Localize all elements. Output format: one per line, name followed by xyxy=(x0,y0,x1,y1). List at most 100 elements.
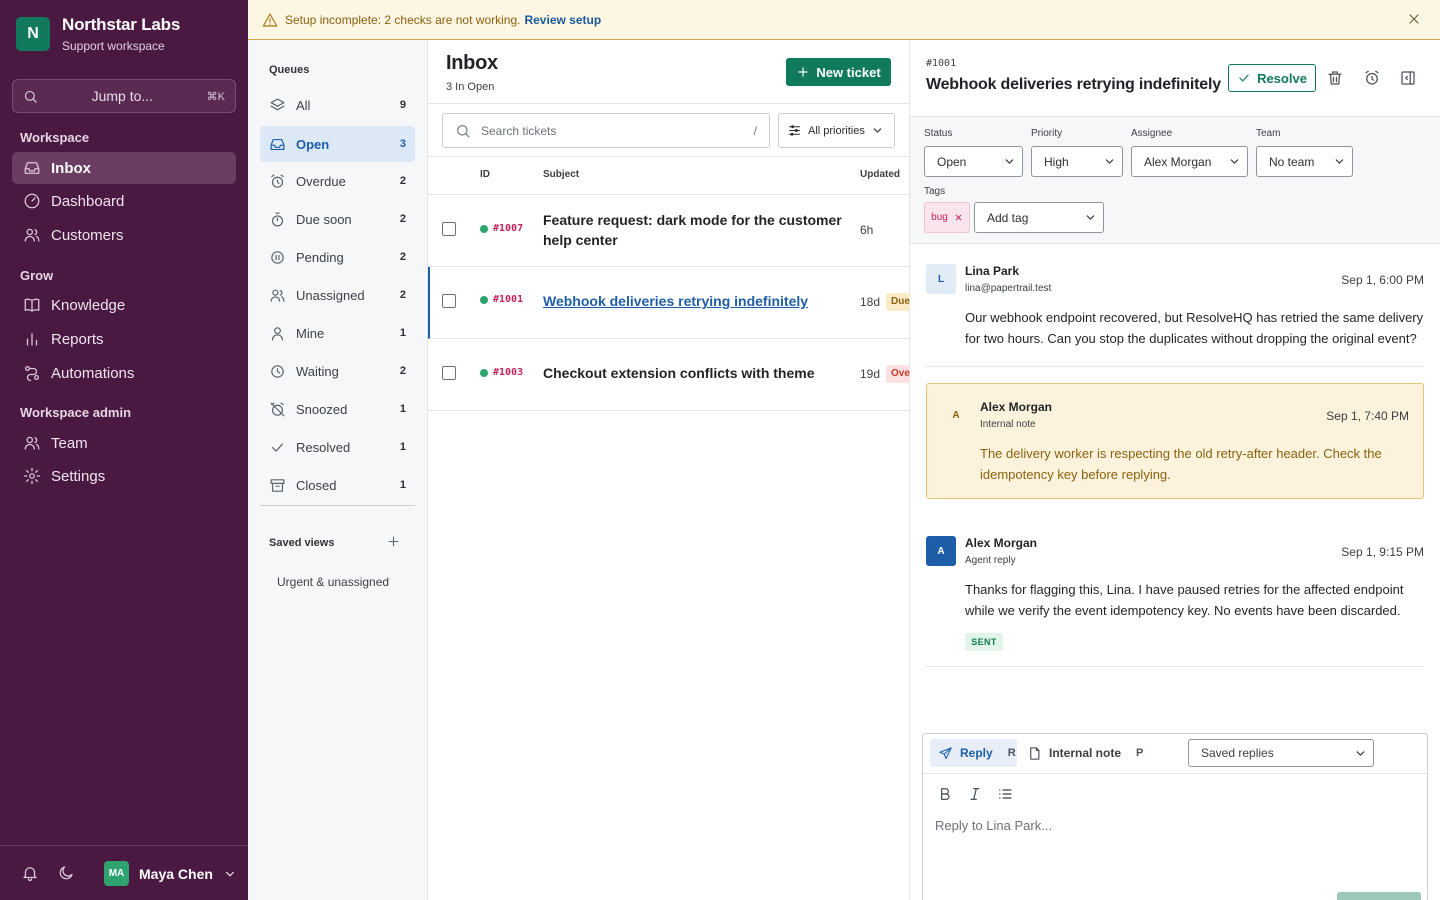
queue-overdue[interactable]: Overdue 2 xyxy=(260,163,415,199)
queue-label: Overdue xyxy=(296,173,346,189)
sidebar-item-team[interactable]: Team xyxy=(12,427,236,459)
priority-value: High xyxy=(1044,154,1069,169)
status-select[interactable]: Open xyxy=(924,146,1023,177)
queue-mine[interactable]: Mine 1 xyxy=(260,315,415,351)
bold-icon[interactable] xyxy=(937,786,953,802)
ticket-subject[interactable]: Webhook deliveries retrying indefinitely xyxy=(543,291,843,311)
chevron-down-icon xyxy=(871,124,884,137)
ticket-list-panel: Inbox 3 In Open New ticket Search ticket… xyxy=(428,40,916,900)
queue-resolved[interactable]: Resolved 1 xyxy=(260,429,415,465)
row-checkbox[interactable] xyxy=(442,294,456,308)
user-menu[interactable]: MA Maya Chen xyxy=(104,861,237,886)
send-button[interactable] xyxy=(1337,892,1421,900)
queue-all[interactable]: All 9 xyxy=(260,87,415,123)
trash-icon[interactable] xyxy=(1326,69,1344,87)
sidebar-item-label: Knowledge xyxy=(51,296,126,314)
assignee-select[interactable]: Alex Morgan xyxy=(1131,146,1248,177)
plus-icon[interactable] xyxy=(386,534,401,549)
queue-label: Resolved xyxy=(296,439,351,455)
column-header-updated[interactable]: Updated xyxy=(860,169,900,180)
add-tag-value: Add tag xyxy=(987,210,1029,225)
column-header-subject[interactable]: Subject xyxy=(543,169,579,180)
row-checkbox[interactable] xyxy=(442,222,456,236)
snooze-alarm-icon[interactable] xyxy=(1363,69,1381,87)
moon-icon[interactable] xyxy=(57,864,75,882)
search-icon xyxy=(455,123,471,139)
queues-panel: Queues All 9 Open 3 Overdue 2 Due soon 2… xyxy=(248,40,428,900)
tab-reply[interactable]: Reply R xyxy=(930,739,1017,767)
ticket-search-input[interactable]: Search tickets / xyxy=(442,113,770,148)
row-checkbox[interactable] xyxy=(442,366,456,380)
queue-label: Waiting xyxy=(296,363,339,379)
reply-editor[interactable]: Reply to Lina Park... xyxy=(935,818,1052,833)
workflow-icon xyxy=(23,364,41,382)
table-row[interactable]: #1003 Checkout extension conflicts with … xyxy=(428,339,916,411)
message-meta: Agent reply xyxy=(965,555,1016,566)
tags-label: Tags xyxy=(924,186,946,197)
tab-reply-label: Reply xyxy=(960,746,993,760)
jump-to-button[interactable]: Jump to... ⌘K xyxy=(12,79,236,113)
tab-note-label: Internal note xyxy=(1049,746,1122,760)
ticket-id-text: #1007 xyxy=(493,223,524,234)
saved-replies-select[interactable]: Saved replies xyxy=(1188,739,1374,767)
sidebar-item-dashboard[interactable]: Dashboard xyxy=(12,185,236,217)
saved-view-urgent-unassigned[interactable]: Urgent & unassigned xyxy=(277,575,389,589)
list-toolbar: Search tickets / All priorities xyxy=(428,103,910,157)
sidebar-item-reports[interactable]: Reports xyxy=(12,323,236,355)
nav-section-grow: Grow xyxy=(20,268,54,283)
page-title: Inbox xyxy=(446,52,498,74)
sidebar-item-label: Customers xyxy=(51,226,124,244)
workspace-subtitle: Support workspace xyxy=(62,39,165,53)
queue-label: Pending xyxy=(296,249,344,265)
workspace-name: Northstar Labs xyxy=(62,15,181,34)
tab-internal-note[interactable]: Internal note P xyxy=(1027,739,1143,767)
add-tag-select[interactable]: Add tag xyxy=(974,202,1104,233)
sidebar-footer: MA Maya Chen xyxy=(0,845,248,900)
queue-waiting[interactable]: Waiting 2 xyxy=(260,353,415,389)
panel-toggle-icon[interactable] xyxy=(1399,69,1417,87)
team-select[interactable]: No team xyxy=(1256,146,1353,177)
ticket-subject[interactable]: Checkout extension conflicts with theme xyxy=(543,363,843,383)
chevron-down-icon xyxy=(1003,155,1016,168)
bell-icon[interactable] xyxy=(21,864,39,882)
sidebar-item-knowledge[interactable]: Knowledge xyxy=(12,289,236,321)
queue-open[interactable]: Open 3 xyxy=(260,126,415,162)
queue-count: 2 xyxy=(399,251,406,263)
app-sidebar: N Northstar Labs Support workspace Jump … xyxy=(0,0,248,900)
avatar: A xyxy=(952,409,960,421)
sidebar-item-automations[interactable]: Automations xyxy=(12,357,236,389)
queue-pending[interactable]: Pending 2 xyxy=(260,239,415,275)
pause-circle-icon xyxy=(269,249,286,266)
priority-select[interactable]: High xyxy=(1031,146,1123,177)
resolve-button[interactable]: Resolve xyxy=(1228,64,1316,92)
note-icon xyxy=(1027,746,1042,761)
sidebar-item-settings[interactable]: Settings xyxy=(12,460,236,492)
priority-filter[interactable]: All priorities xyxy=(778,113,895,148)
table-row[interactable]: #1007 Feature request: dark mode for the… xyxy=(428,195,910,267)
sidebar-item-inbox[interactable]: Inbox xyxy=(12,152,236,184)
ticket-subject[interactable]: Feature request: dark mode for the custo… xyxy=(543,210,843,250)
queue-unassigned[interactable]: Unassigned 2 xyxy=(260,277,415,313)
message-divider xyxy=(926,366,1424,367)
table-row[interactable]: #1001 Webhook deliveries retrying indefi… xyxy=(428,267,916,339)
italic-icon[interactable] xyxy=(967,786,983,802)
list-icon[interactable] xyxy=(997,786,1013,802)
composer-tabs: Reply R Internal note P Saved replies xyxy=(923,734,1427,774)
review-setup-link[interactable]: Review setup xyxy=(524,13,601,27)
queue-closed[interactable]: Closed 1 xyxy=(260,467,415,503)
close-icon[interactable] xyxy=(1406,11,1422,27)
tab-reply-shortcut: R xyxy=(1007,747,1016,759)
queue-label: Closed xyxy=(296,477,337,493)
queue-count: 1 xyxy=(399,403,406,415)
workspace-switcher[interactable]: N Northstar Labs Support workspace xyxy=(16,15,180,53)
queue-snoozed[interactable]: Snoozed 1 xyxy=(260,391,415,427)
column-header-id[interactable]: ID xyxy=(480,169,490,180)
sidebar-item-customers[interactable]: Customers xyxy=(12,219,236,251)
message-time: Sep 1, 9:15 PM xyxy=(1341,545,1424,559)
new-ticket-button[interactable]: New ticket xyxy=(786,58,891,86)
close-icon[interactable] xyxy=(954,213,963,222)
queue-due-soon[interactable]: Due soon 2 xyxy=(260,201,415,237)
sidebar-item-label: Reports xyxy=(51,330,104,348)
ticket-id: #1007 xyxy=(480,223,523,234)
message-author: Lina Park xyxy=(965,264,1020,278)
